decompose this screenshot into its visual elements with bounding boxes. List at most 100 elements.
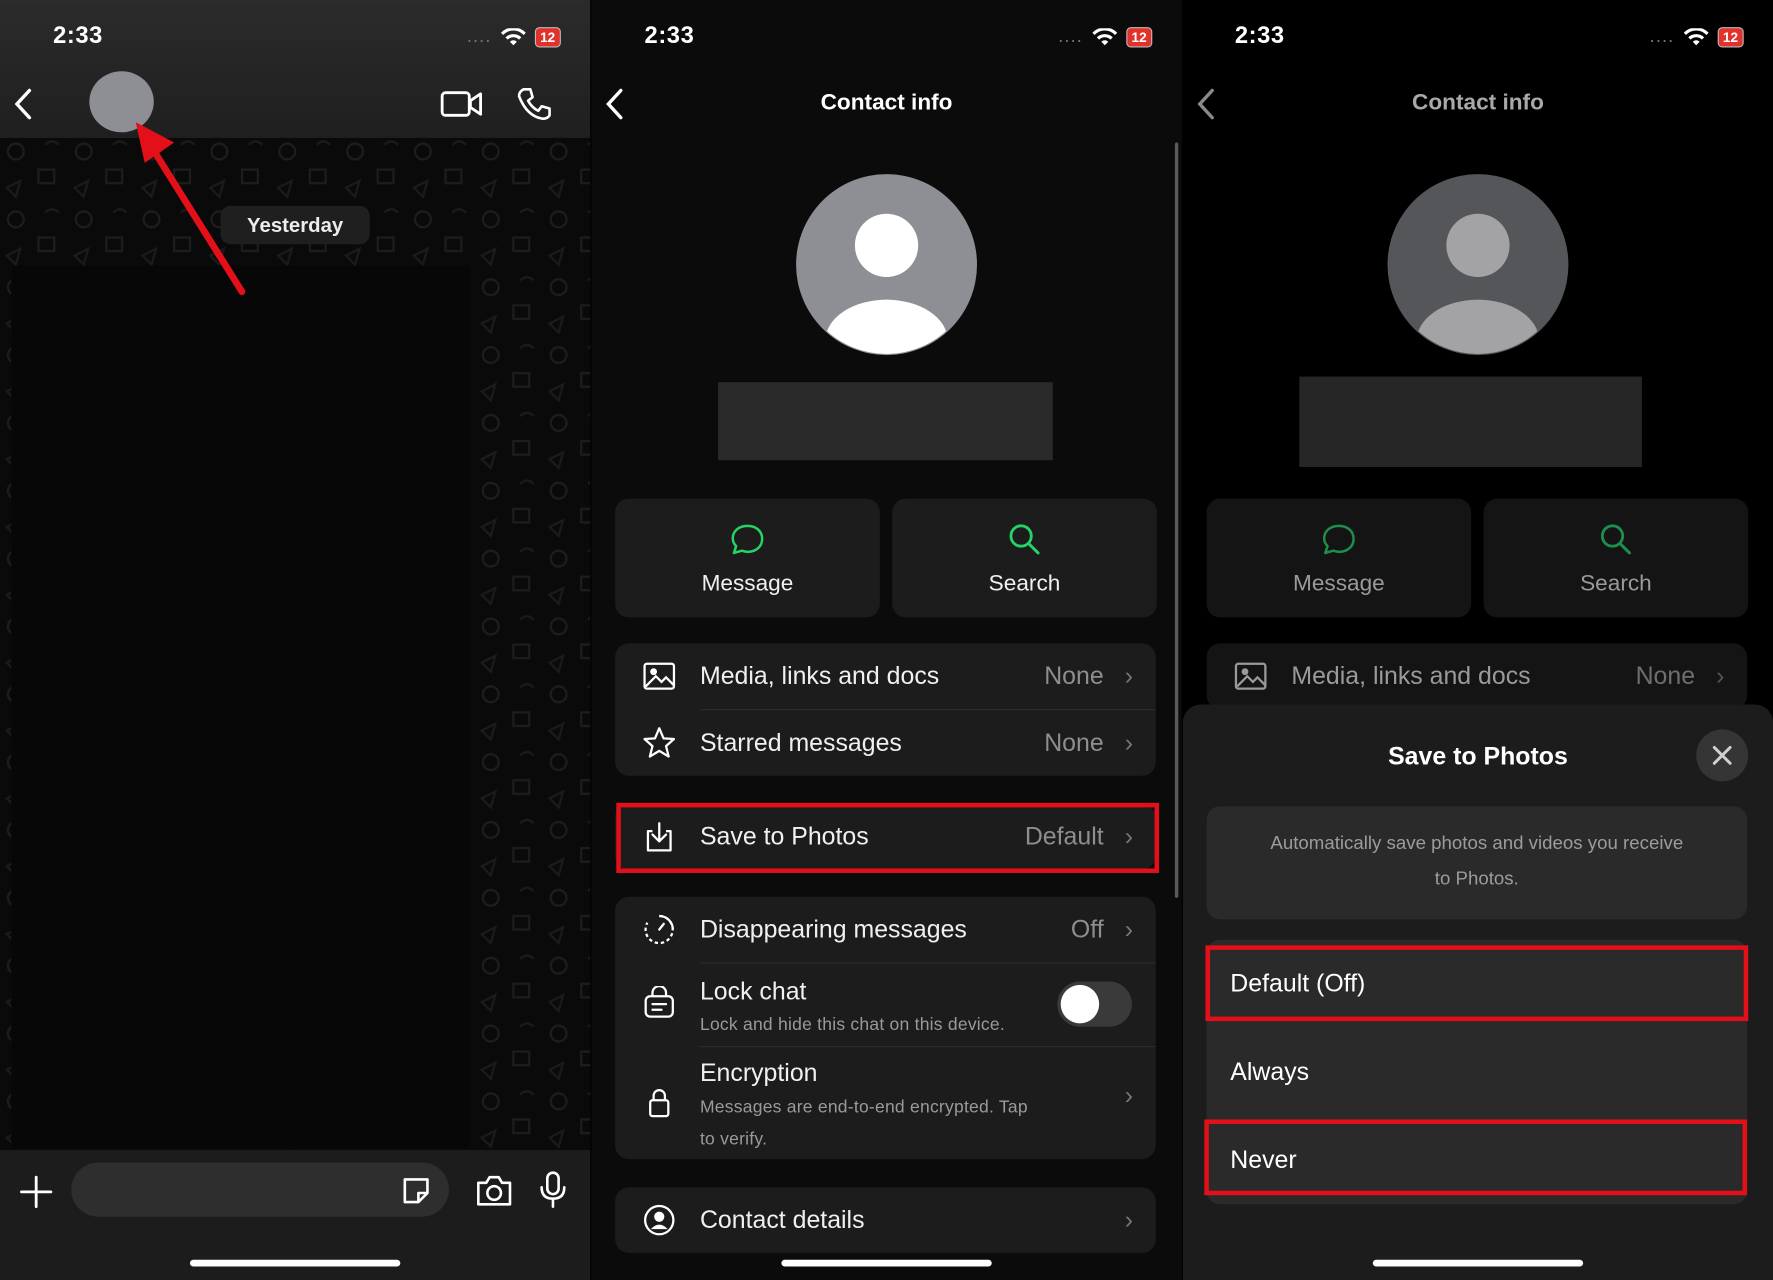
date-chip: Yesterday <box>220 205 370 245</box>
contact-info-screen: 2:33 .... 12 Contact info Message Search <box>591 0 1182 1280</box>
starred-messages-row[interactable]: Starred messages None › <box>615 710 1156 776</box>
chat-header <box>0 0 591 138</box>
search-action-button[interactable]: Search <box>892 498 1157 618</box>
disappearing-row-label: Disappearing messages <box>699 914 967 944</box>
chat-screen: 2:33 .... 12 Yesterday <box>0 0 591 1280</box>
save-to-photos-screen: 2:33 .... 12 Contact info Message Search… <box>1182 0 1773 1280</box>
signal-dots: .... <box>466 27 492 47</box>
save-to-photos-sheet: Save to Photos Automatically save photos… <box>1182 704 1773 1280</box>
message-action-button[interactable]: Message <box>1206 498 1472 618</box>
chevron-right-icon: › <box>1124 1081 1134 1110</box>
message-bubble-icon <box>1322 524 1355 555</box>
wifi-icon <box>500 28 526 46</box>
search-icon <box>1009 524 1040 555</box>
media-group: Media, links and docs None › <box>1206 643 1748 710</box>
contact-details-row[interactable]: Contact details › <box>615 1187 1156 1253</box>
status-icons: .... 12 <box>1649 27 1744 48</box>
phone-icon[interactable] <box>516 86 552 122</box>
search-icon <box>1600 524 1631 555</box>
wifi-icon <box>1091 28 1117 46</box>
option-always[interactable]: Always <box>1207 1028 1748 1116</box>
battery-indicator: 12 <box>1125 27 1153 48</box>
chevron-right-icon: › <box>1124 728 1134 757</box>
media-row-label: Media, links and docs <box>1291 661 1531 690</box>
media-row-label: Media, links and docs <box>699 661 940 690</box>
microphone-icon[interactable] <box>538 1170 567 1208</box>
status-time: 2:33 <box>53 22 103 49</box>
media-links-docs-row[interactable]: Media, links and docs None › <box>615 643 1156 709</box>
back-chevron-icon[interactable] <box>11 86 36 122</box>
media-links-docs-row[interactable]: Media, links and docs None › <box>1207 643 1748 709</box>
image-icon <box>643 662 676 690</box>
profile-avatar <box>1387 174 1569 356</box>
profile-avatar <box>796 174 978 356</box>
search-action-label: Search <box>1580 571 1652 596</box>
highlight-box <box>1204 1119 1748 1196</box>
status-time: 2:33 <box>1234 22 1285 49</box>
close-button[interactable] <box>1696 729 1749 782</box>
chevron-right-icon: › <box>1124 914 1134 944</box>
toggle-knob <box>1060 984 1100 1024</box>
plus-icon[interactable] <box>18 1174 54 1210</box>
scrollbar[interactable] <box>1174 142 1179 898</box>
signal-dots: .... <box>1649 27 1675 47</box>
sheet-title: Save to Photos <box>1388 741 1568 771</box>
lock-chat-subtitle: Lock and hide this chat on this device. <box>699 1015 1005 1035</box>
camera-icon[interactable] <box>475 1174 513 1208</box>
contact-icon <box>643 1204 675 1236</box>
home-indicator <box>1372 1259 1584 1267</box>
sticker-icon[interactable] <box>400 1175 432 1207</box>
lock-chat-label: Lock chat <box>699 977 807 1006</box>
highlight-box <box>1205 945 1749 1022</box>
lock-chat-toggle[interactable] <box>1057 981 1132 1027</box>
close-icon <box>1712 745 1732 765</box>
video-call-icon[interactable] <box>440 88 483 120</box>
chevron-right-icon: › <box>1716 661 1725 690</box>
contact-details-label: Contact details <box>699 1205 865 1234</box>
contact-details-group: Contact details › <box>615 1187 1156 1253</box>
battery-indicator: 12 <box>534 27 561 48</box>
lock-icon <box>649 1089 670 1118</box>
message-action-button[interactable]: Message <box>615 498 880 618</box>
home-indicator <box>189 1259 401 1267</box>
chevron-right-icon: › <box>1124 1205 1134 1234</box>
lock-chat-icon <box>644 986 674 1018</box>
sheet-description-line1: Automatically save photos and videos you… <box>1270 833 1684 854</box>
status-icons: .... 12 <box>466 27 561 48</box>
home-indicator <box>781 1259 992 1267</box>
timer-icon <box>644 914 674 945</box>
encryption-label: Encryption <box>699 1058 818 1087</box>
image-icon <box>1234 662 1267 690</box>
redacted-name <box>718 382 1053 461</box>
encryption-row[interactable]: Encryption Messages are end-to-end encry… <box>615 1047 1156 1159</box>
encryption-subtitle-line2: to verify. <box>699 1129 768 1149</box>
message-action-label: Message <box>701 571 794 596</box>
media-row-value: None <box>1635 661 1696 690</box>
lock-chat-row: Lock chat Lock and hide this chat on thi… <box>615 963 1156 1047</box>
redacted-name <box>1299 376 1642 468</box>
sheet-description-line2: to Photos. <box>1434 868 1519 889</box>
disappearing-row-value: Off <box>1070 914 1104 944</box>
battery-indicator: 12 <box>1717 27 1744 48</box>
highlight-box <box>616 802 1160 873</box>
option-label: Always <box>1230 1057 1310 1086</box>
page-title: Contact info <box>1411 90 1544 116</box>
signal-dots: .... <box>1058 27 1083 47</box>
message-bubble-icon <box>731 524 764 555</box>
starred-row-label: Starred messages <box>699 728 902 757</box>
status-icons: .... 12 <box>1058 27 1153 48</box>
media-group: Media, links and docs None › Starred mes… <box>615 643 1156 776</box>
wallpaper-pattern <box>0 135 591 1154</box>
chevron-right-icon: › <box>1124 661 1134 690</box>
wifi-icon <box>1683 28 1709 46</box>
disappearing-messages-row[interactable]: Disappearing messages Off › <box>615 897 1156 963</box>
privacy-group: Disappearing messages Off › Lock chat Lo… <box>615 896 1156 1160</box>
search-action-label: Search <box>988 571 1061 596</box>
page-title: Contact info <box>820 90 953 116</box>
media-row-value: None <box>1044 661 1104 690</box>
message-action-label: Message <box>1292 571 1385 596</box>
message-input[interactable] <box>71 1162 449 1217</box>
search-action-button[interactable]: Search <box>1483 498 1749 618</box>
star-icon <box>643 727 676 758</box>
starred-row-value: None <box>1044 728 1104 757</box>
